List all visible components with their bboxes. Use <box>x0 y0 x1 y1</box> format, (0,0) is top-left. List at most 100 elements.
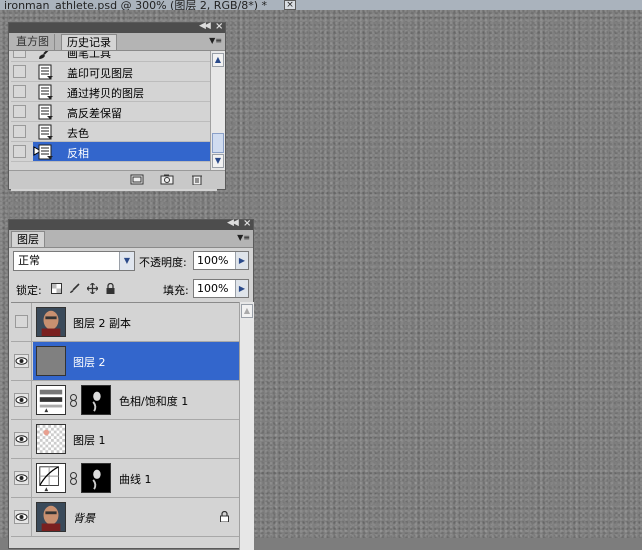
history-state-item[interactable]: 盖印可见图层 <box>11 62 217 82</box>
layer-visibility-toggle[interactable] <box>11 303 32 341</box>
layer-visibility-toggle[interactable] <box>11 498 32 536</box>
layer-name[interactable]: 图层 2 副本 <box>73 315 131 331</box>
scroll-down-icon[interactable]: ▼ <box>212 154 224 168</box>
history-state-item[interactable]: 高反差保留 <box>11 102 217 122</box>
close-icon[interactable]: × <box>215 21 223 32</box>
eye-icon <box>14 393 29 407</box>
opacity-input[interactable]: 100% ▶ <box>193 251 249 270</box>
blend-mode-select[interactable]: 正常 ▼ <box>13 251 135 271</box>
layer-row[interactable]: 曲线 1 <box>11 459 244 498</box>
history-state-item[interactable]: 通过拷贝的图层 <box>11 82 217 102</box>
tab-histogram[interactable]: 直方图 <box>11 34 55 50</box>
layer-row[interactable]: 背景 <box>11 498 244 537</box>
lock-position-move-icon[interactable] <box>87 283 98 294</box>
layer-row[interactable]: 图层 1 <box>11 420 244 459</box>
history-state-label: 画笔工具 <box>67 51 111 60</box>
layers-tabbar: 图层 ▼≡ <box>9 230 253 248</box>
history-state-icon <box>37 84 55 100</box>
lock-transparent-icon[interactable] <box>51 283 62 294</box>
scroll-up-icon[interactable]: ▲ <box>212 53 224 67</box>
layers-panel: ◀◀ × 图层 ▼≡ 正常 ▼ 不透明度: 100% ▶ 锁定: 填充: 100… <box>8 218 254 550</box>
panel-menu-icon[interactable]: ▼≡ <box>209 36 222 45</box>
layer-mask-thumbnail[interactable] <box>81 385 111 415</box>
layer-thumbnail[interactable] <box>36 346 66 376</box>
document-tab[interactable]: ironman_athlete.psd @ 300% (图层 2, RGB/8*… <box>0 0 642 10</box>
chevron-down-icon: ▼ <box>119 252 134 270</box>
collapse-icon[interactable]: ◀◀ <box>227 218 239 228</box>
lock-icon <box>219 510 230 523</box>
layer-name[interactable]: 图层 1 <box>73 432 106 448</box>
history-footer <box>9 170 225 189</box>
panel-header[interactable]: ◀◀ × <box>9 218 253 230</box>
history-state-icon <box>37 104 55 120</box>
lock-pixels-brush-icon[interactable] <box>69 283 80 294</box>
layer-visibility-toggle[interactable] <box>11 342 32 380</box>
history-source-checkbox[interactable] <box>13 125 26 138</box>
visibility-off-box <box>15 315 28 328</box>
history-state-label: 去色 <box>67 127 89 140</box>
eye-icon <box>14 354 29 368</box>
new-document-from-state-icon[interactable] <box>130 174 144 185</box>
selection-highlight <box>33 142 217 161</box>
eye-icon <box>14 432 29 446</box>
panel-menu-icon[interactable]: ▼≡ <box>237 233 250 242</box>
eye-icon <box>14 471 29 485</box>
history-state-item[interactable]: 反相 <box>11 142 217 162</box>
close-icon[interactable]: × <box>243 218 251 229</box>
scroll-up-icon[interactable]: ▲ <box>241 304 253 318</box>
history-source-checkbox[interactable] <box>13 145 26 158</box>
history-source-checkbox[interactable] <box>13 85 26 98</box>
layer-visibility-toggle[interactable] <box>11 381 32 419</box>
history-source-checkbox[interactable] <box>13 51 26 58</box>
history-state-label: 盖印可见图层 <box>67 67 133 80</box>
history-state-label: 通过拷贝的图层 <box>67 87 144 100</box>
link-chain-icon[interactable] <box>69 394 78 407</box>
layers-scrollbar[interactable]: ▲ <box>239 302 254 550</box>
layer-name[interactable]: 图层 2 <box>73 354 106 370</box>
history-source-checkbox[interactable] <box>13 65 26 78</box>
history-state-item[interactable]: 画笔工具 <box>11 51 217 62</box>
history-panel: ◀◀ × 直方图 历史记录 ▼≡ 画笔工具盖印可见图层 通过拷贝的图层 高反差保留去… <box>8 21 226 191</box>
panel-header[interactable]: ◀◀ × <box>9 21 225 33</box>
history-state-icon <box>37 124 55 140</box>
history-scrollbar[interactable]: ▲ ▼ <box>210 51 225 170</box>
fill-label: 填充: <box>163 284 189 297</box>
lock-label: 锁定: <box>16 284 42 297</box>
history-state-icon <box>37 64 55 80</box>
layer-thumbnail[interactable] <box>36 502 66 532</box>
layer-name[interactable]: 曲线 1 <box>119 471 152 487</box>
history-state-item[interactable]: 去色 <box>11 122 217 142</box>
layer-visibility-toggle[interactable] <box>11 420 32 458</box>
scroll-thumb[interactable] <box>212 133 224 153</box>
link-chain-icon[interactable] <box>69 472 78 485</box>
history-state-icon <box>37 144 55 160</box>
layer-name[interactable]: 背景 <box>73 510 95 526</box>
layer-row[interactable]: 色相/饱和度 1 <box>11 381 244 420</box>
opacity-label: 不透明度: <box>139 256 187 269</box>
history-source-checkbox[interactable] <box>13 105 26 118</box>
layer-thumbnail[interactable] <box>36 385 66 415</box>
tab-history[interactable]: 历史记录 <box>61 34 117 50</box>
layer-thumbnail[interactable] <box>36 463 66 493</box>
trash-icon[interactable] <box>190 174 204 185</box>
layer-row[interactable]: 图层 2 <box>11 342 244 381</box>
chevron-right-icon[interactable]: ▶ <box>235 280 248 297</box>
layer-visibility-toggle[interactable] <box>11 459 32 497</box>
chevron-right-icon[interactable]: ▶ <box>235 252 248 269</box>
brush-icon <box>37 51 55 60</box>
lock-all-icon[interactable] <box>105 283 116 294</box>
layer-thumbnail[interactable] <box>36 307 66 337</box>
fill-input[interactable]: 100% ▶ <box>193 279 249 298</box>
blend-row: 正常 ▼ 不透明度: 100% ▶ <box>9 251 253 273</box>
tab-layers[interactable]: 图层 <box>11 231 45 247</box>
collapse-icon[interactable]: ◀◀ <box>199 21 211 31</box>
lock-row: 锁定: 填充: 100% ▶ <box>9 278 253 300</box>
document-close-button[interactable]: × <box>284 0 296 10</box>
layer-thumbnail[interactable] <box>36 424 66 454</box>
history-tabbar: 直方图 历史记录 ▼≡ <box>9 33 225 51</box>
snapshot-camera-icon[interactable] <box>160 174 174 185</box>
layer-mask-thumbnail[interactable] <box>81 463 111 493</box>
layer-name[interactable]: 色相/饱和度 1 <box>119 393 188 409</box>
history-state-label: 高反差保留 <box>67 107 122 120</box>
layer-row[interactable]: 图层 2 副本 <box>11 303 244 342</box>
